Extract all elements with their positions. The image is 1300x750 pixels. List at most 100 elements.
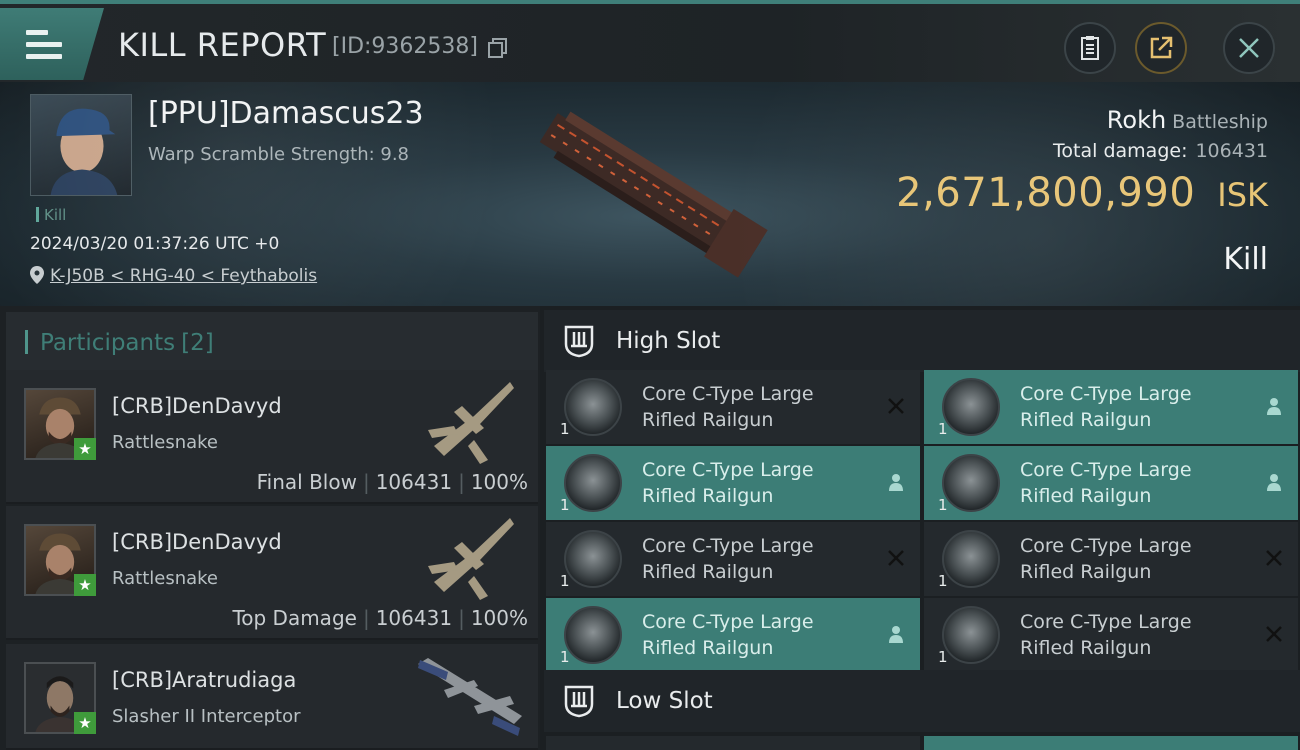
total-damage-value: 106431 xyxy=(1195,140,1268,162)
kill-location[interactable]: K-J50B < RHG-40 < Feythabolis xyxy=(30,266,317,286)
report-id: [ID:9362538] xyxy=(332,34,478,59)
module-item[interactable]: 1 Core C-Type Large Rifled Railgun xyxy=(546,598,920,672)
page-title: KILL REPORT xyxy=(118,26,327,64)
share-icon xyxy=(1150,36,1173,59)
kill-datetime: 2024/03/20 01:37:26 UTC +0 xyxy=(30,234,280,254)
location-link[interactable]: K-J50B < RHG-40 < Feythabolis xyxy=(50,266,317,286)
participant-percent: 100% xyxy=(470,606,528,630)
high-slot-icon xyxy=(564,325,594,358)
participants-count: [2] xyxy=(181,330,214,356)
participant-name[interactable]: [CRB]DenDavyd xyxy=(112,394,282,418)
warp-scramble-strength: Warp Scramble Strength: 9.8 xyxy=(148,144,410,165)
isk-amount: 2,671,800,990 xyxy=(896,170,1196,216)
victim-name[interactable]: [PPU]Damascus23 xyxy=(148,96,424,131)
module-item-partial[interactable] xyxy=(546,736,920,750)
module-name: Core C-Type Large Rifled Railgun xyxy=(642,383,814,431)
location-pin-icon xyxy=(30,266,44,284)
ship-name: Rokh xyxy=(1106,106,1167,134)
module-quantity: 1 xyxy=(560,420,570,438)
close-button[interactable] xyxy=(1223,22,1275,74)
module-name: Core C-Type Large Rifled Railgun xyxy=(642,459,814,507)
high-slot-header[interactable]: High Slot xyxy=(544,310,1300,372)
module-item[interactable]: 1 Core C-Type Large Rifled Railgun xyxy=(924,522,1298,596)
participant-name[interactable]: [CRB]DenDavyd xyxy=(112,530,282,554)
participant-avatar[interactable]: ★ xyxy=(24,524,96,596)
victim-ship-image xyxy=(539,111,768,278)
participant-name[interactable]: [CRB]Aratrudiaga xyxy=(112,668,296,692)
participant-ship-image xyxy=(418,658,522,736)
module-name: Core C-Type Large Rifled Railgun xyxy=(1020,459,1192,507)
isk-value: 2,671,800,990 ISK xyxy=(896,170,1268,216)
participant-ship-image xyxy=(428,382,514,464)
participant-role: Final Blow xyxy=(256,470,357,494)
participant-damage: 106431 xyxy=(375,606,453,630)
person-icon xyxy=(889,626,903,643)
participant-row[interactable]: ★ [CRB]DenDavyd Rattlesnake Top Damage | 1… xyxy=(6,506,538,640)
module-quantity: 1 xyxy=(560,572,570,590)
module-name: Core C-Type Large Rifled Railgun xyxy=(642,611,814,659)
railgun-icon xyxy=(942,378,1000,436)
high-slot-label: High Slot xyxy=(616,328,721,354)
kill-result: Kill xyxy=(1223,242,1268,277)
module-name: Core C-Type Large Rifled Railgun xyxy=(1020,535,1192,583)
module-item[interactable]: 1 Core C-Type Large Rifled Railgun xyxy=(924,598,1298,672)
module-quantity: 1 xyxy=(560,648,570,666)
railgun-icon xyxy=(564,454,622,512)
pilot-portrait-icon xyxy=(50,108,118,195)
participant-stats: Top Damage | 106431 | 100% xyxy=(232,606,528,630)
module-name: Core C-Type Large Rifled Railgun xyxy=(1020,383,1192,431)
participant-avatar[interactable]: ★ xyxy=(24,662,96,734)
participant-ship: Rattlesnake xyxy=(112,432,219,453)
star-badge-icon: ★ xyxy=(74,574,96,596)
module-quantity: 1 xyxy=(938,420,948,438)
railgun-icon xyxy=(942,530,1000,588)
railgun-icon xyxy=(942,606,1000,664)
destroyed-icon xyxy=(1266,626,1282,642)
destroyed-icon xyxy=(888,398,904,414)
low-slot-icon xyxy=(564,685,594,718)
participant-ship-image xyxy=(428,518,514,600)
destroyed-icon xyxy=(888,550,904,566)
hamburger-icon xyxy=(26,30,62,66)
module-item[interactable]: 1 Core C-Type Large Rifled Railgun xyxy=(924,446,1298,520)
participant-role: Top Damage xyxy=(232,606,357,630)
clipboard-icon xyxy=(1081,36,1099,60)
participants-title: Participants xyxy=(40,330,176,356)
copy-icon[interactable] xyxy=(487,37,509,59)
total-damage: Total damage: 106431 xyxy=(1053,140,1268,162)
share-button[interactable] xyxy=(1135,22,1187,74)
module-item[interactable]: 1 Core C-Type Large Rifled Railgun xyxy=(924,370,1298,444)
module-item[interactable]: 1 Core C-Type Large Rifled Railgun xyxy=(546,522,920,596)
isk-unit: ISK xyxy=(1217,176,1268,214)
low-slot-label: Low Slot xyxy=(616,688,713,714)
participant-avatar[interactable]: ★ xyxy=(24,388,96,460)
module-item-partial[interactable] xyxy=(924,736,1298,750)
victim-portrait[interactable] xyxy=(30,94,132,196)
participant-percent: 100% xyxy=(470,470,528,494)
participant-stats: Final Blow | 106431 | 100% xyxy=(256,470,528,494)
victim-ship: Rokh Battleship xyxy=(1107,106,1268,134)
clipboard-button[interactable] xyxy=(1064,22,1116,74)
close-icon xyxy=(1239,38,1259,58)
module-item[interactable]: 1 Core C-Type Large Rifled Railgun xyxy=(546,446,920,520)
railgun-icon xyxy=(564,378,622,436)
participant-damage: 106431 xyxy=(375,470,453,494)
module-quantity: 1 xyxy=(560,496,570,514)
fitting-panel: High Slot 1 Core C-Type Large Rifled Rail… xyxy=(540,306,1300,750)
railgun-icon xyxy=(564,530,622,588)
star-badge-icon: ★ xyxy=(74,438,96,460)
kill-tag: Kill xyxy=(36,206,66,224)
destroyed-icon xyxy=(1266,550,1282,566)
participant-ship: Rattlesnake xyxy=(112,568,219,589)
participant-row[interactable]: ★ [CRB]Aratrudiaga Slasher II Intercepto… xyxy=(6,644,538,750)
total-damage-label: Total damage: xyxy=(1053,140,1188,162)
module-name: Core C-Type Large Rifled Railgun xyxy=(642,535,814,583)
module-quantity: 1 xyxy=(938,648,948,666)
participant-row[interactable]: ★ [CRB]DenDavyd Rattlesnake Final Blow | 1… xyxy=(6,370,538,504)
participant-ship: Slasher II Interceptor xyxy=(112,706,301,727)
participants-panel: Participants [2] ★ [CRB]DenDavyd Rattlesn… xyxy=(0,306,540,750)
module-item[interactable]: 1 Core C-Type Large Rifled Railgun xyxy=(546,370,920,444)
menu-button[interactable] xyxy=(0,8,104,80)
person-icon xyxy=(889,474,903,491)
low-slot-header[interactable]: Low Slot xyxy=(544,670,1300,732)
